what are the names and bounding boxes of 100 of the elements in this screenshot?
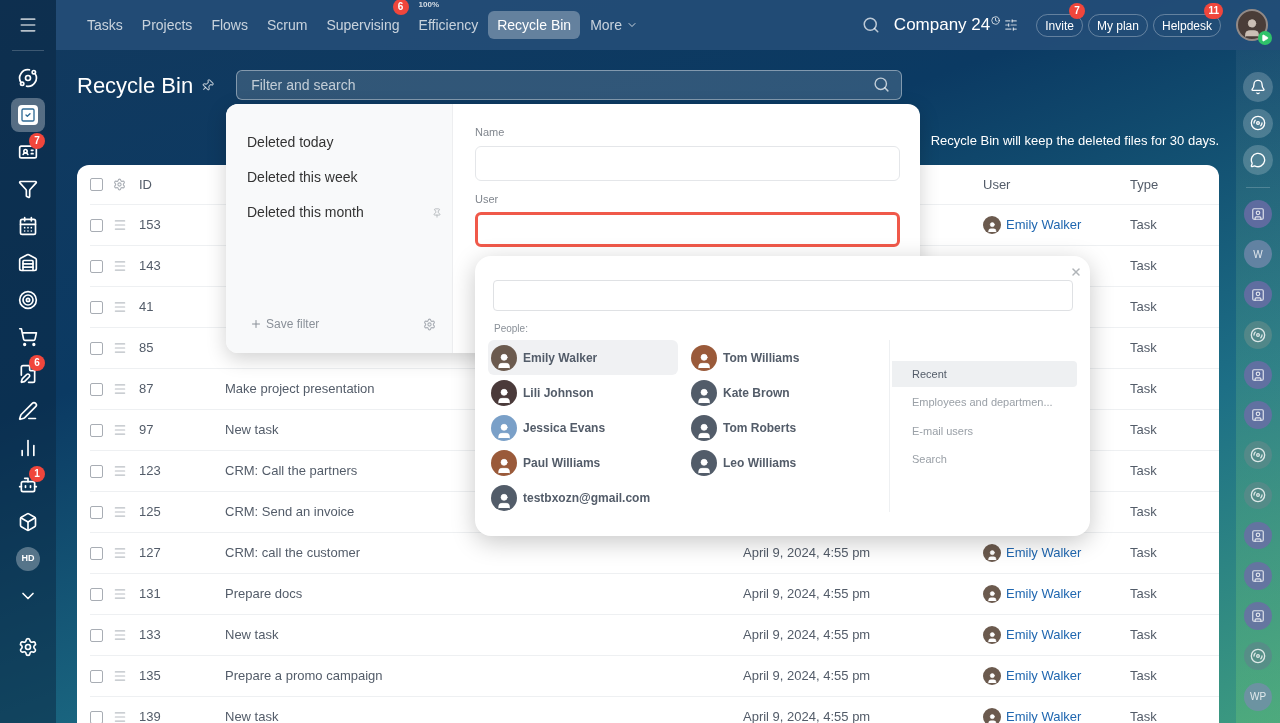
row-checkbox[interactable] — [90, 218, 103, 232]
user-link[interactable]: Emily Walker — [1006, 625, 1082, 645]
person-item[interactable]: Tom Williams — [688, 340, 878, 375]
contact-card-icon[interactable] — [1244, 280, 1272, 309]
search-icon[interactable] — [873, 76, 891, 93]
spiral-icon[interactable] — [1244, 441, 1272, 470]
plus-icon — [250, 318, 262, 330]
nav-tab[interactable]: Efficiency — [409, 11, 488, 39]
text-field[interactable] — [475, 212, 900, 247]
person-item[interactable]: Lili Johnson — [488, 375, 678, 410]
user-avatar[interactable] — [1236, 9, 1268, 41]
person-item[interactable]: Kate Brown — [688, 375, 878, 410]
contact-card-icon[interactable] — [1244, 521, 1272, 550]
row-checkbox[interactable] — [90, 546, 103, 560]
drag-handle-icon[interactable] — [113, 505, 127, 519]
avatar-icon — [983, 544, 1001, 562]
drag-handle-icon[interactable] — [113, 546, 127, 560]
row-checkbox[interactable] — [90, 382, 103, 396]
row-checkbox[interactable] — [90, 423, 103, 437]
table-cell-text: 127 — [139, 544, 162, 563]
spiral-icon[interactable] — [1243, 108, 1273, 139]
contact-card-icon[interactable] — [1244, 401, 1272, 429]
person-item[interactable]: Tom Roberts — [688, 410, 878, 445]
person-item[interactable]: Leo Williams — [688, 445, 878, 480]
table-cell: New task — [225, 709, 279, 723]
row-checkbox[interactable] — [90, 669, 103, 683]
drag-handle-icon[interactable] — [113, 710, 127, 723]
row-checkbox[interactable] — [90, 710, 103, 723]
drag-handle-icon[interactable] — [113, 300, 127, 314]
notification-bell-icon[interactable] — [1243, 72, 1273, 102]
avatar-icon — [491, 414, 517, 441]
row-checkbox[interactable] — [90, 464, 103, 478]
orbit-icon — [18, 67, 38, 88]
avatar-icon — [691, 379, 717, 406]
play-icon — [1258, 31, 1272, 45]
user-link[interactable]: Emily Walker — [1006, 543, 1082, 563]
table-cell-text: Task — [1130, 339, 1158, 358]
row-checkbox[interactable] — [90, 300, 103, 314]
preset-item[interactable]: Deleted today — [247, 132, 442, 153]
table-cell-text: 123 — [139, 462, 162, 481]
table-cell: April 9, 2024, 4:55 pm — [743, 586, 871, 602]
person-item[interactable]: Jessica Evans — [488, 410, 678, 445]
nav-tab[interactable]: More — [581, 11, 648, 39]
search-icon[interactable] — [861, 16, 880, 34]
drag-handle-icon[interactable] — [113, 464, 127, 478]
count-badge: 7 — [29, 132, 45, 149]
count-badge: 6 — [29, 354, 45, 371]
contact-card-icon[interactable] — [1244, 199, 1272, 228]
drag-handle-icon[interactable] — [113, 669, 127, 683]
nav-tab[interactable]: Projects — [132, 11, 202, 39]
drag-handle-icon[interactable] — [113, 587, 127, 601]
row-checkbox[interactable] — [90, 505, 103, 519]
save-filter-button[interactable]: Save filter — [250, 315, 423, 333]
drag-handle-icon[interactable] — [113, 382, 127, 396]
sidebar-item[interactable]: 1 — [11, 467, 45, 502]
table-cell: Make project presentation — [225, 381, 375, 397]
table-cell-text: 85 — [139, 339, 155, 358]
source-tab[interactable]: Recent — [892, 361, 1077, 387]
nav-tab[interactable]: Recycle Bin — [488, 11, 581, 39]
initials-avatar[interactable]: W — [1244, 240, 1272, 269]
drag-handle-icon[interactable] — [113, 218, 127, 232]
row-checkbox[interactable] — [90, 341, 103, 355]
bar-chart-icon — [18, 437, 38, 458]
chat-icon[interactable] — [1243, 145, 1273, 175]
person-item[interactable]: testbxozn@gmail.com — [488, 480, 678, 515]
user-link[interactable]: Emily Walker — [1006, 666, 1082, 686]
preset-item[interactable]: Deleted this month — [247, 202, 432, 223]
drag-handle-icon[interactable] — [113, 341, 127, 355]
drag-handle-icon[interactable] — [113, 628, 127, 642]
drag-handle-icon[interactable] — [113, 423, 127, 437]
sidebar-item[interactable] — [11, 97, 45, 132]
avatar-icon — [983, 626, 1001, 644]
spiral-icon[interactable] — [1244, 320, 1272, 349]
contact-card-icon[interactable] — [1244, 361, 1272, 389]
row-checkbox[interactable] — [90, 587, 103, 601]
select-all-checkbox[interactable] — [90, 178, 103, 191]
person-item[interactable]: Emily Walker — [488, 340, 678, 375]
preset-item[interactable]: Deleted this week — [247, 167, 442, 188]
sliders-icon[interactable] — [1004, 18, 1019, 32]
notice-text: Recycle Bin will keep the deleted files for 30 days. — [930, 131, 1219, 150]
nav-tab[interactable]: Flows — [202, 11, 257, 39]
spiral-icon[interactable] — [1244, 481, 1272, 510]
people-label: People: — [494, 322, 529, 336]
sidebar-item[interactable]: 7 — [11, 134, 45, 169]
user-link[interactable]: Emily Walker — [1006, 215, 1082, 235]
sidebar-item[interactable]: 6 — [11, 356, 45, 391]
close-icon[interactable] — [1070, 266, 1082, 278]
drag-handle-icon[interactable] — [113, 259, 127, 273]
table-cell-text: 41 — [139, 298, 155, 317]
table-cell: Prepare a promo campaign — [225, 668, 383, 684]
people-search-field[interactable] — [493, 280, 1073, 311]
contact-card-icon[interactable] — [1244, 561, 1272, 590]
nav-tab[interactable]: Tasks — [78, 11, 132, 39]
contact-card-icon[interactable] — [1244, 602, 1272, 630]
table-cell-text: Task — [1130, 626, 1158, 645]
row-checkbox[interactable] — [90, 628, 103, 642]
user-link[interactable]: Emily Walker — [1006, 584, 1082, 604]
nav-tab[interactable]: Scrum — [257, 11, 317, 39]
person-item[interactable]: Paul Williams — [488, 445, 678, 480]
row-checkbox[interactable] — [90, 259, 103, 273]
